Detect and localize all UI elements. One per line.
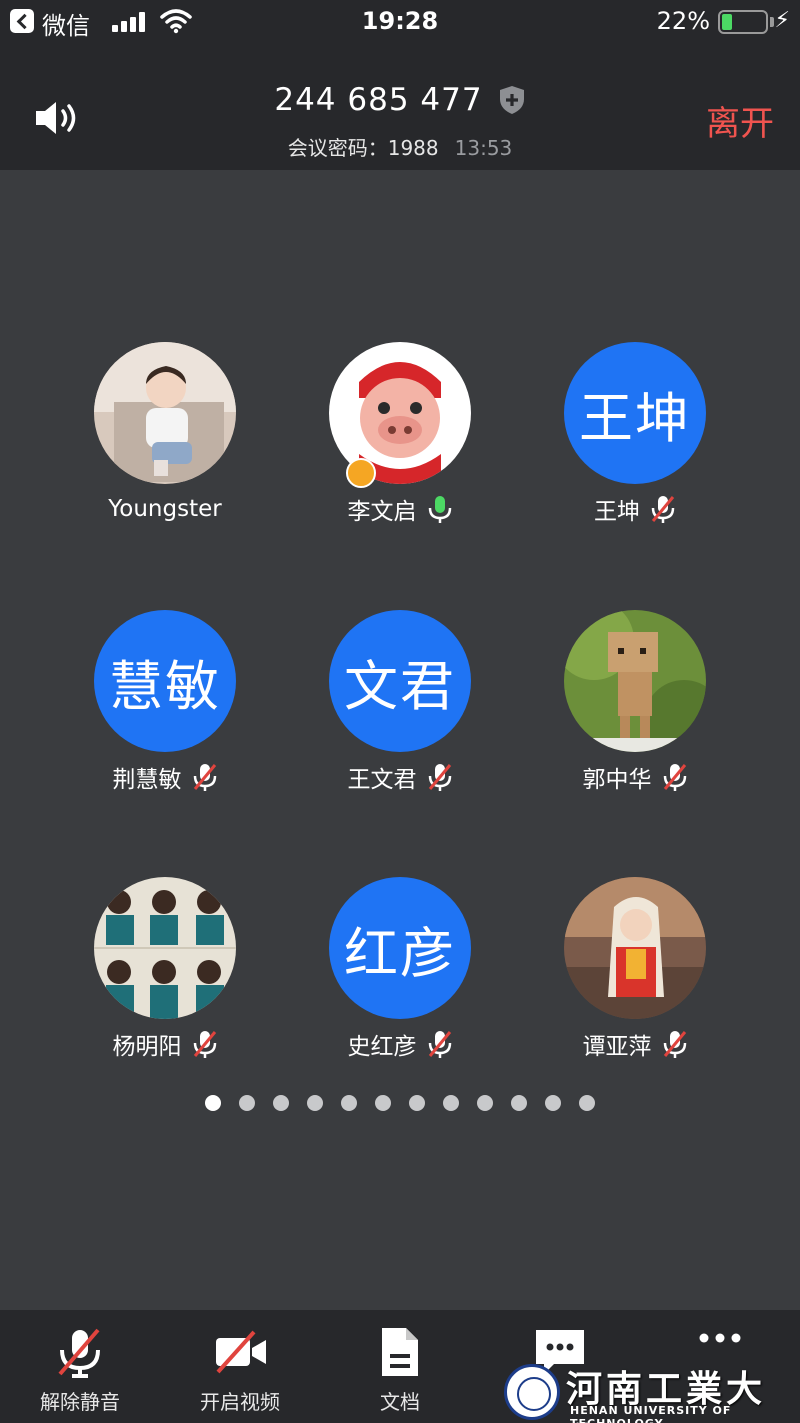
page-dot[interactable] xyxy=(307,1095,323,1111)
participant-name: 郭中华 xyxy=(582,767,652,793)
document-icon xyxy=(382,1328,418,1376)
university-watermark: 河南工業大學 HENAN UNIVERSITY OF TECHNOLOGY xyxy=(500,1360,800,1423)
participant-avatar xyxy=(94,342,236,484)
participant-tile[interactable]: 文君 王文君 xyxy=(290,610,510,793)
status-bar: 微信 19:28 22% ⚡ xyxy=(0,0,800,44)
page-dot[interactable] xyxy=(205,1095,221,1111)
participant-avatar: 红彦 xyxy=(329,877,471,1019)
participant-name: 李文启 xyxy=(347,499,417,525)
page-dot[interactable] xyxy=(511,1095,527,1111)
participant-avatar: 慧敏 xyxy=(94,610,236,752)
mic-muted-icon xyxy=(193,764,216,791)
participant-avatar xyxy=(564,877,706,1019)
mic-muted-icon xyxy=(58,1328,100,1378)
participant-tile[interactable]: 郭中华 xyxy=(525,610,745,793)
mic-muted-icon xyxy=(651,496,675,523)
documents-label: 文档 xyxy=(380,1390,420,1414)
page-dot[interactable] xyxy=(341,1095,357,1111)
charging-icon: ⚡ xyxy=(774,8,790,33)
meeting-password: 会议密码：1988 xyxy=(287,136,439,160)
page-dot[interactable] xyxy=(579,1095,595,1111)
participant-name: Youngster xyxy=(108,496,222,522)
mic-muted-icon xyxy=(428,764,451,791)
page-dot[interactable] xyxy=(409,1095,425,1111)
meeting-subinfo: 会议密码：1988 13:53 xyxy=(0,132,800,161)
mic-on-icon xyxy=(428,496,451,523)
battery-percentage: 22% xyxy=(656,7,710,35)
participant-tile[interactable]: 慧敏 荆慧敏 xyxy=(55,610,275,793)
participant-name: 史红彦 xyxy=(347,1034,417,1060)
participant-avatar: 王坤 xyxy=(564,342,706,484)
participant-avatar: 文君 xyxy=(329,610,471,752)
participant-tile[interactable]: 王坤 王坤 xyxy=(525,342,745,525)
mic-muted-icon xyxy=(428,1031,451,1058)
participant-name: 王文君 xyxy=(347,767,417,793)
mic-muted-icon xyxy=(663,1031,686,1058)
watermark-subtitle: HENAN UNIVERSITY OF TECHNOLOGY xyxy=(570,1404,732,1423)
meeting-id[interactable]: 244 685 477 xyxy=(274,82,482,118)
meeting-id-row: 244 685 477 xyxy=(0,82,800,118)
start-video-button[interactable]: 开启视频 xyxy=(170,1324,310,1415)
participant-name: 王坤 xyxy=(594,499,640,525)
participant-tile[interactable]: 李文启 xyxy=(290,342,510,525)
page-indicator[interactable] xyxy=(0,1095,800,1111)
participant-tile[interactable]: Youngster xyxy=(55,342,275,524)
participant-avatar xyxy=(94,877,236,1019)
participant-name: 谭亚萍 xyxy=(582,1034,652,1060)
participant-name: 杨明阳 xyxy=(112,1034,182,1060)
mic-muted-icon xyxy=(663,764,686,791)
participant-tile[interactable]: 杨明阳 xyxy=(55,877,275,1060)
mic-muted-icon xyxy=(193,1031,216,1058)
participant-avatar xyxy=(564,610,706,752)
page-dot[interactable] xyxy=(273,1095,289,1111)
page-dot[interactable] xyxy=(375,1095,391,1111)
page-dot[interactable] xyxy=(545,1095,561,1111)
page-dot[interactable] xyxy=(443,1095,459,1111)
meeting-duration: 13:53 xyxy=(454,136,513,160)
page-dot[interactable] xyxy=(477,1095,493,1111)
host-badge-icon xyxy=(346,458,376,488)
video-off-icon xyxy=(216,1330,266,1374)
page-dot[interactable] xyxy=(239,1095,255,1111)
unmute-label: 解除静音 xyxy=(40,1390,120,1414)
participant-grid: Youngster 李文启 王坤 王坤 慧敏 荆慧敏 文君 王文君 郭中华 杨明… xyxy=(0,170,800,1310)
meeting-header: 244 685 477 会议密码：1988 13:53 离开 xyxy=(0,44,800,170)
university-seal-logo xyxy=(504,1364,560,1420)
battery-fill xyxy=(722,14,732,30)
documents-button[interactable]: 文档 xyxy=(330,1324,470,1415)
participant-name: 荆慧敏 xyxy=(112,767,182,793)
leave-button[interactable]: 离开 xyxy=(706,96,774,145)
security-shield-icon[interactable] xyxy=(498,85,526,115)
start-video-label: 开启视频 xyxy=(200,1390,280,1414)
participant-tile[interactable]: 谭亚萍 xyxy=(525,877,745,1060)
unmute-button[interactable]: 解除静音 xyxy=(10,1324,150,1415)
participant-tile[interactable]: 红彦 史红彦 xyxy=(290,877,510,1060)
battery-icon xyxy=(718,10,768,34)
